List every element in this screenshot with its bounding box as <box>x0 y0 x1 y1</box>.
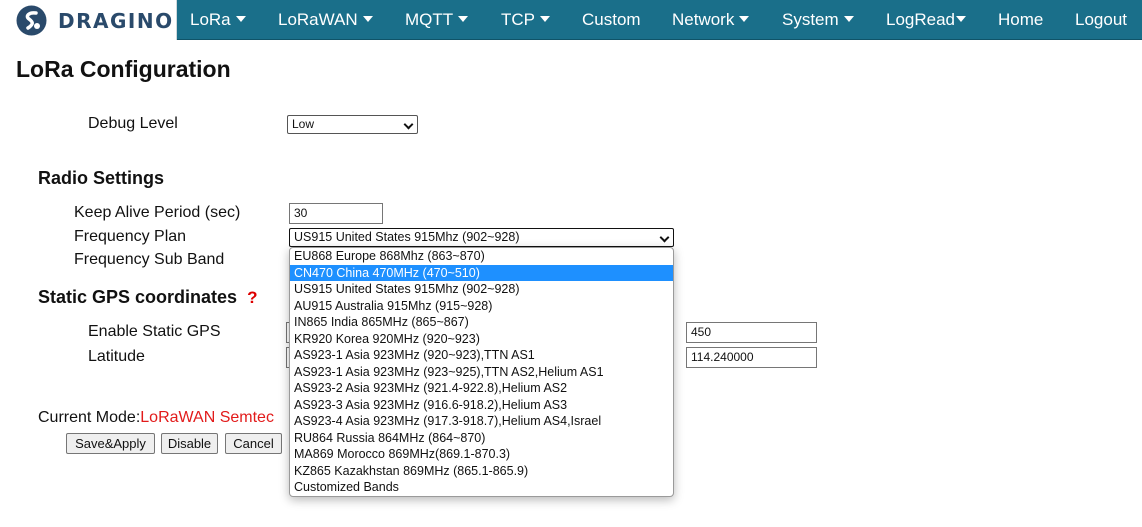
nav-system[interactable]: System <box>782 0 854 40</box>
keep-alive-label: Keep Alive Period (sec) <box>74 204 241 221</box>
disable-button[interactable]: Disable <box>161 433 218 454</box>
radio-settings-heading: Radio Settings <box>38 168 165 188</box>
save-apply-button[interactable]: Save&Apply <box>66 433 155 454</box>
help-icon[interactable]: ? <box>247 288 257 307</box>
nav-lorawan[interactable]: LoRaWAN <box>278 0 373 40</box>
frequency-option[interactable]: AS923-4 Asia 923MHz (917.3-918.7),Helium… <box>290 413 673 430</box>
frequency-option-highlighted[interactable]: CN470 China 470MHz (470~510) <box>290 264 673 281</box>
cancel-button[interactable]: Cancel <box>225 433 282 454</box>
chevron-down-icon <box>362 16 373 22</box>
chevron-down-icon <box>659 232 670 243</box>
nav-lora[interactable]: LoRa <box>190 0 246 40</box>
logo-text: DRAGINO <box>58 9 174 33</box>
altitude-input[interactable]: 450 <box>686 322 817 343</box>
chevron-down-icon <box>540 16 550 22</box>
logo[interactable]: DRAGINO <box>0 0 177 40</box>
chevron-down-icon <box>843 16 854 22</box>
nav-custom[interactable]: Custom <box>582 0 641 40</box>
top-navbar: DRAGINO LoRa LoRaWAN MQTT TCP Custom Net… <box>0 0 1142 40</box>
frequency-option[interactable]: AS923-3 Asia 923MHz (916.6-918.2),Helium… <box>290 397 673 414</box>
chevron-down-icon <box>235 16 246 22</box>
latitude-label: Latitude <box>88 348 145 365</box>
frequency-option[interactable]: US915 United States 915Mhz (902~928) <box>290 281 673 298</box>
nav-logread[interactable]: LogRead <box>886 0 967 40</box>
nav-network[interactable]: Network <box>672 0 750 40</box>
frequency-plan-value: US915 United States 915Mhz (902~928) <box>294 230 520 244</box>
frequency-option[interactable]: Customized Bands <box>290 479 673 496</box>
chevron-down-icon <box>739 16 750 22</box>
keep-alive-input[interactable]: 30 <box>289 203 383 224</box>
current-mode-label: Current Mode: <box>38 409 141 426</box>
frequency-option[interactable]: RU864 Russia 864MHz (864~870) <box>290 430 673 447</box>
longitude-input[interactable]: 114.240000 <box>686 347 817 368</box>
chevron-down-icon <box>956 16 967 22</box>
frequency-option[interactable]: AS923-1 Asia 923MHz (923~925),TTN AS2,He… <box>290 364 673 381</box>
frequency-option[interactable]: EU868 Europe 868Mhz (863~870) <box>290 248 673 265</box>
frequency-option[interactable]: IN865 India 865MHz (865~867) <box>290 314 673 331</box>
static-gps-title: Static GPS coordinates <box>38 287 238 307</box>
debug-level-value: Low <box>292 117 315 131</box>
debug-level-select[interactable]: Low <box>287 115 418 134</box>
dragino-logo-icon <box>16 5 47 36</box>
nav-mqtt[interactable]: MQTT <box>405 0 469 40</box>
frequency-option[interactable]: MA869 Morocco 869MHz(869.1-870.3) <box>290 446 673 463</box>
frequency-option[interactable]: AU915 Australia 915Mhz (915~928) <box>290 298 673 315</box>
nav-tcp[interactable]: TCP <box>501 0 550 40</box>
frequency-option[interactable]: KZ865 Kazakhstan 869MHz (865.1-865.9) <box>290 463 673 480</box>
frequency-plan-dropdown-list[interactable]: EU868 Europe 868Mhz (863~870) CN470 Chin… <box>289 247 674 497</box>
frequency-plan-select[interactable]: US915 United States 915Mhz (902~928) <box>289 228 674 247</box>
enable-static-gps-label: Enable Static GPS <box>88 323 221 340</box>
current-mode-value: LoRaWAN Semtec <box>140 409 274 426</box>
frequency-option[interactable]: AS923-2 Asia 923MHz (921.4-922.8),Helium… <box>290 380 673 397</box>
current-mode: Current Mode:LoRaWAN Semtec <box>38 409 274 427</box>
frequency-option[interactable]: KR920 Korea 920MHz (920~923) <box>290 331 673 348</box>
frequency-sub-band-label: Frequency Sub Band <box>74 251 225 268</box>
debug-level-label: Debug Level <box>88 115 178 132</box>
static-gps-heading: Static GPS coordinates? <box>38 287 257 308</box>
frequency-plan-label: Frequency Plan <box>74 228 187 245</box>
nav-logout[interactable]: Logout <box>1075 0 1127 40</box>
page-title: LoRa Configuration <box>16 56 231 82</box>
frequency-option[interactable]: AS923-1 Asia 923MHz (920~923),TTN AS1 <box>290 347 673 364</box>
chevron-down-icon <box>403 119 414 130</box>
nav-home[interactable]: Home <box>998 0 1043 40</box>
chevron-down-icon <box>458 16 469 22</box>
